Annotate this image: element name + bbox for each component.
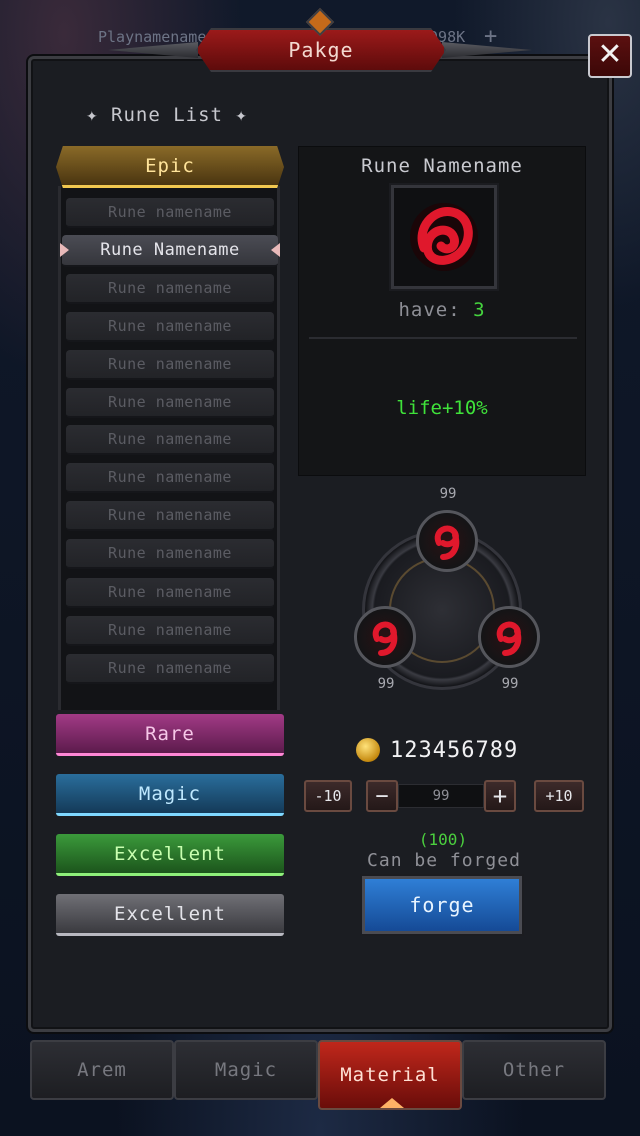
rune-detail-name: Rune Namename (361, 155, 523, 177)
gold-cost: 123456789 (356, 736, 518, 764)
rune-list-item[interactable]: Rune namename (66, 654, 274, 684)
material-slot-left[interactable] (354, 606, 416, 668)
rune-list-item[interactable]: Rune namename (66, 350, 274, 380)
material-slot-top[interactable] (416, 510, 478, 572)
gold-coin-icon (356, 738, 380, 762)
forge-button[interactable]: forge (360, 874, 524, 936)
forge-status: Can be forged (367, 850, 521, 871)
active-tab-indicator-icon (380, 1098, 404, 1108)
gold-amount: 123456789 (390, 737, 519, 763)
plus-10-button[interactable]: +10 (534, 780, 584, 812)
rune-glyph-icon (496, 621, 522, 656)
minus-10-button[interactable]: -10 (304, 780, 352, 812)
have-label: have: (398, 299, 461, 321)
have-value: 3 (473, 299, 486, 321)
category-excellent-gray-button[interactable]: Excellent (56, 894, 284, 936)
tab-magic[interactable]: Magic (174, 1040, 318, 1100)
detail-divider (309, 337, 577, 339)
rune-list-item[interactable]: Rune namename (66, 425, 274, 455)
rune-list-item[interactable]: Rune namename (66, 463, 274, 493)
category-epic-button[interactable]: Epic (56, 146, 284, 188)
selection-arrow-right-icon (271, 243, 280, 257)
close-button[interactable]: ✕ (588, 34, 632, 78)
material-slot-right[interactable] (478, 606, 540, 668)
add-currency-button[interactable]: + (484, 24, 497, 49)
rune-detail-box: Rune Namename have: 3 life+10% (298, 146, 586, 476)
rune-list-item[interactable]: Rune namename (66, 539, 274, 569)
plus-button[interactable]: + (484, 780, 516, 812)
material-count-right: 99 (501, 676, 519, 692)
rune-list-item[interactable]: Rune namename (66, 312, 274, 342)
rune-list-item[interactable]: Rune namename (66, 388, 274, 418)
rune-list-item-selected[interactable]: Rune Namename (60, 235, 280, 267)
rune-glyph-icon (434, 525, 460, 560)
material-count-top: 99 (439, 486, 457, 502)
selection-arrow-left-icon (60, 243, 69, 257)
tab-other[interactable]: Other (462, 1040, 606, 1100)
rune-detail-slot (389, 183, 499, 291)
category-magic-button[interactable]: Magic (56, 774, 284, 816)
rune-glyph-icon (372, 621, 398, 656)
rune-list-item[interactable]: Rune namename (66, 616, 274, 646)
quantity-field[interactable]: 99 (398, 784, 484, 808)
forge-count: (100) (418, 830, 468, 849)
rune-list-item[interactable]: Rune namename (66, 198, 274, 228)
category-rare-button[interactable]: Rare (56, 714, 284, 756)
rune-list-item-label: Rune Namename (100, 240, 240, 260)
red-rune-icon (410, 203, 478, 271)
rune-list-item[interactable]: Rune namename (66, 501, 274, 531)
rune-list-item[interactable]: Rune namename (66, 274, 274, 304)
have-count: have: 3 (299, 299, 585, 321)
minus-button[interactable]: − (366, 780, 398, 812)
rune-list-item[interactable]: Rune namename (66, 578, 274, 608)
tab-arem[interactable]: Arem (30, 1040, 174, 1100)
rune-effect-text: life+10% (396, 397, 488, 419)
rune-list-title: ✦ Rune List ✦ (86, 104, 248, 126)
category-excellent-green-button[interactable]: Excellent (56, 834, 284, 876)
material-count-left: 99 (377, 676, 395, 692)
